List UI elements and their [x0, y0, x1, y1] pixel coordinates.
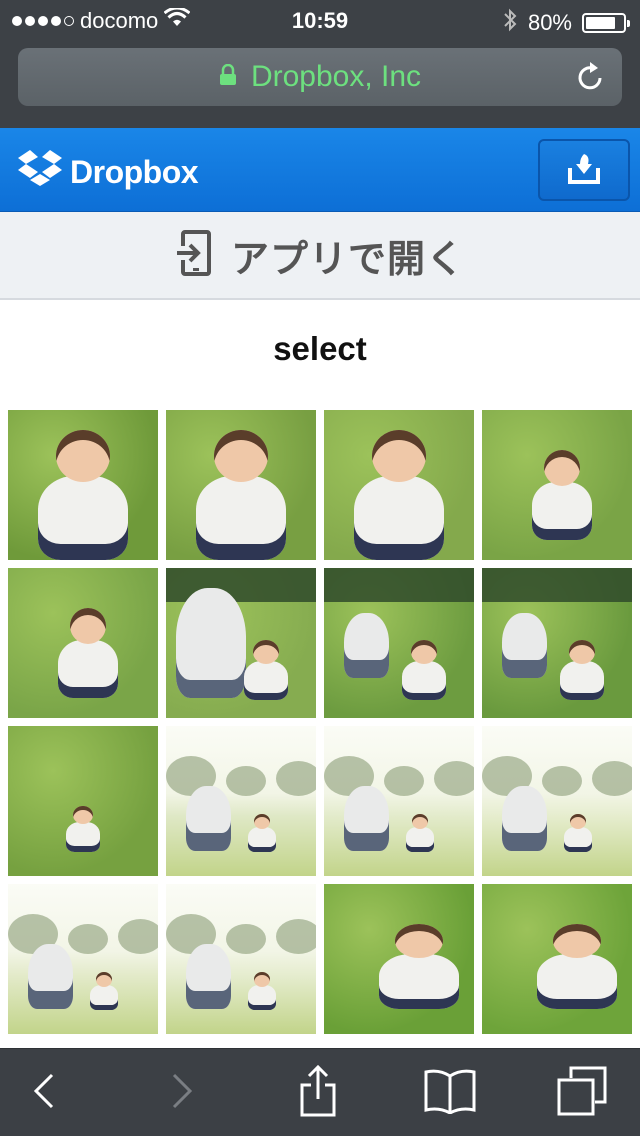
baby-figure	[248, 827, 276, 852]
chevron-left-icon	[32, 1071, 56, 1116]
trees-dark	[324, 568, 474, 602]
download-button[interactable]	[538, 139, 630, 201]
tree	[434, 761, 474, 796]
address-bar-area: Dropbox, Inc	[0, 40, 640, 128]
tree	[226, 924, 266, 954]
dropbox-brand-name: Dropbox	[70, 154, 199, 190]
baby-head	[252, 640, 280, 664]
baby-figure	[248, 985, 276, 1010]
baby-figure	[38, 475, 128, 560]
share-icon	[298, 1064, 338, 1122]
photo-thumbnail[interactable]	[324, 726, 474, 876]
dropbox-header: Dropbox	[0, 128, 640, 212]
photo-thumbnail[interactable]	[482, 884, 632, 1034]
photo-thumbnail[interactable]	[166, 726, 316, 876]
baby-head	[70, 608, 106, 644]
chevron-right-icon	[170, 1071, 194, 1116]
forward-button[interactable]	[152, 1065, 212, 1121]
adult-figure	[344, 786, 389, 851]
baby-figure	[560, 661, 604, 700]
battery-fill	[586, 17, 615, 29]
photo-thumbnail[interactable]	[324, 568, 474, 718]
open-in-app-icon	[175, 229, 213, 281]
status-right: 80%	[502, 8, 630, 38]
photo-thumbnail[interactable]	[324, 884, 474, 1034]
baby-head	[56, 430, 110, 482]
baby-figure	[537, 953, 617, 1009]
adult-figure	[28, 944, 73, 1009]
tree	[68, 924, 108, 954]
adult-figure	[344, 613, 389, 678]
baby-head	[214, 430, 268, 482]
baby-figure	[402, 661, 446, 700]
tabs-icon	[557, 1066, 607, 1121]
photo-background	[8, 726, 158, 876]
trees-dark	[482, 568, 632, 602]
status-bar: docomo 10:59 80%	[0, 0, 640, 40]
photo-thumbnail[interactable]	[166, 884, 316, 1034]
open-in-app-button[interactable]: アプリで開く	[0, 212, 640, 300]
adult-figure	[176, 588, 246, 698]
battery-icon	[582, 13, 630, 33]
book-icon	[423, 1068, 477, 1119]
tabs-button[interactable]	[552, 1065, 612, 1121]
adult-figure	[502, 613, 547, 678]
adult-figure	[186, 786, 231, 851]
tree	[226, 766, 266, 796]
baby-head	[553, 924, 601, 958]
tree	[384, 766, 424, 796]
photo-thumbnail[interactable]	[166, 568, 316, 718]
photo-thumbnail[interactable]	[8, 410, 158, 560]
tree	[592, 761, 632, 796]
site-title: Dropbox, Inc	[250, 60, 422, 93]
photo-thumbnail[interactable]	[8, 726, 158, 876]
lock-icon	[219, 63, 237, 91]
photo-thumbnail[interactable]	[324, 410, 474, 560]
reload-icon[interactable]	[576, 60, 606, 97]
folder-title: select	[273, 330, 367, 367]
dropbox-box-icon	[16, 148, 64, 197]
bluetooth-icon	[502, 8, 518, 38]
photo-thumbnail[interactable]	[482, 568, 632, 718]
tree	[276, 761, 316, 796]
baby-figure	[244, 661, 288, 700]
download-icon	[566, 150, 602, 191]
baby-figure	[196, 475, 286, 560]
baby-figure	[58, 639, 118, 698]
baby-figure	[379, 953, 459, 1009]
tree	[542, 766, 582, 796]
dropbox-logo[interactable]: Dropbox	[16, 148, 199, 197]
baby-head	[544, 450, 580, 486]
adult-figure	[186, 944, 231, 1009]
photo-thumbnail[interactable]	[482, 410, 632, 560]
photo-thumbnail[interactable]	[8, 568, 158, 718]
baby-figure	[354, 475, 444, 560]
baby-head	[395, 924, 443, 958]
baby-figure	[90, 985, 118, 1010]
baby-head	[410, 640, 438, 664]
bookmarks-button[interactable]	[420, 1065, 480, 1121]
open-in-app-label: アプリで開く	[230, 238, 465, 281]
baby-head	[372, 430, 426, 482]
address-field[interactable]: Dropbox, Inc	[18, 48, 622, 106]
baby-head	[568, 640, 596, 664]
baby-figure	[532, 481, 592, 540]
baby-figure	[564, 827, 592, 852]
browser-toolbar	[0, 1048, 640, 1136]
baby-figure	[66, 822, 100, 852]
photo-thumbnail[interactable]	[166, 410, 316, 560]
adult-figure	[502, 786, 547, 851]
battery-percent: 80%	[527, 10, 572, 35]
photo-thumbnail[interactable]	[8, 884, 158, 1034]
back-button[interactable]	[14, 1065, 74, 1121]
tree	[118, 919, 158, 954]
photo-thumbnail[interactable]	[482, 726, 632, 876]
share-button[interactable]	[288, 1064, 348, 1122]
photo-grid	[8, 410, 632, 1050]
baby-figure	[406, 827, 434, 852]
tree	[276, 919, 316, 954]
